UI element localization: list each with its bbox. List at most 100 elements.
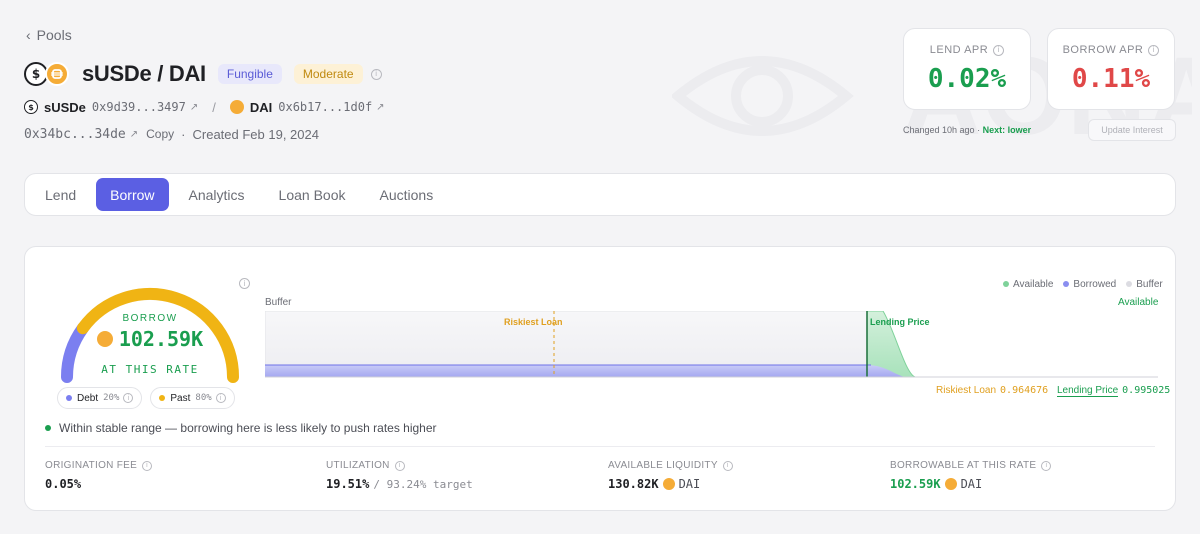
- external-link-icon[interactable]: ↗: [190, 102, 198, 113]
- next-change-text: Next: lower: [982, 125, 1032, 135]
- info-icon[interactable]: i: [215, 393, 226, 403]
- utilization-target: / 93.24% target: [373, 477, 473, 491]
- rate-change-note: Changed 10h ago · Next: lower: [903, 125, 1032, 135]
- past-chip[interactable]: Past 80% i: [150, 387, 235, 409]
- stable-range-note: Within stable range — borrowing here is …: [45, 421, 437, 435]
- stat-label: ORIGINATION FEE: [45, 460, 138, 471]
- back-label: Pools: [36, 27, 72, 43]
- pair-separator: /: [212, 99, 216, 115]
- info-icon[interactable]: i: [993, 44, 1005, 56]
- lend-apr-label: LEND APR: [929, 44, 989, 56]
- page-title: sUSDe / DAI: [82, 61, 206, 86]
- svg-text:$: $: [28, 103, 34, 111]
- tab-lend[interactable]: Lend: [31, 178, 90, 211]
- back-link[interactable]: ‹ Pools: [26, 27, 72, 43]
- stat-value: 19.51%: [326, 477, 370, 491]
- liquidity-chart: [265, 311, 1158, 378]
- token-a-symbol: sUSDe: [44, 99, 86, 115]
- borrow-apr-card: BORROW APR i 0.11%: [1047, 28, 1175, 110]
- buffer-region-label: Buffer: [265, 297, 292, 308]
- available-region-label: Available: [1118, 297, 1159, 308]
- info-icon[interactable]: i: [370, 68, 382, 80]
- dai-token-icon: [229, 100, 244, 114]
- gauge-value-row: 102.59K: [29, 327, 271, 351]
- created-date: Created Feb 19, 2024: [192, 126, 319, 142]
- update-interest-button[interactable]: Update Interest: [1088, 119, 1176, 141]
- info-icon[interactable]: i: [722, 460, 733, 471]
- stat-label: UTILIZATION: [326, 460, 390, 471]
- tab-analytics[interactable]: Analytics: [175, 178, 259, 211]
- dai-token-icon: [944, 478, 957, 490]
- pool-header: $ sUSDe / DAI Fungible Moderate i: [24, 60, 382, 88]
- stat-label: AVAILABLE LIQUIDITY: [608, 460, 718, 471]
- chevron-left-icon: ‹: [26, 27, 31, 43]
- tab-loan-book[interactable]: Loan Book: [265, 178, 360, 211]
- debt-dot: [66, 395, 72, 401]
- divider: [45, 446, 1155, 447]
- stat-unit: DAI: [678, 477, 701, 491]
- info-icon[interactable]: i: [1148, 44, 1160, 56]
- gauge-chips: Debt 20% i Past 80% i: [57, 387, 235, 409]
- dai-token-icon: [96, 331, 113, 347]
- lend-apr-value: 0.02%: [927, 64, 1007, 94]
- debt-chip-pct: 20%: [103, 393, 120, 403]
- borrow-panel: BORROW 102.59K AT THIS RATE i Debt 20% i…: [24, 246, 1176, 511]
- tab-auctions[interactable]: Auctions: [366, 178, 448, 211]
- stat-unit: DAI: [960, 477, 983, 491]
- legend-available: Available: [1003, 279, 1053, 290]
- riskiest-loan-marker-label: Riskiest Loan: [504, 317, 563, 327]
- status-text: Within stable range — borrowing here is …: [59, 421, 437, 435]
- riskiest-axis-label: Riskiest Loan: [936, 385, 997, 396]
- dai-token-icon: [45, 62, 69, 86]
- borrowed-area: [265, 365, 905, 377]
- risk-badge: Moderate: [293, 64, 363, 84]
- info-icon[interactable]: i: [142, 460, 153, 471]
- stat-value: 130.82K: [608, 477, 659, 491]
- info-icon[interactable]: i: [239, 278, 250, 289]
- info-icon[interactable]: i: [1041, 460, 1052, 471]
- past-dot: [159, 395, 166, 401]
- external-link-icon[interactable]: ↗: [130, 129, 138, 140]
- legend-borrowed: Borrowed: [1063, 279, 1116, 290]
- lending-axis-label: Lending Price: [1057, 385, 1119, 397]
- legend-buffer: Buffer: [1126, 279, 1163, 290]
- fungible-badge: Fungible: [217, 64, 282, 84]
- riskiest-loan-axis: Riskiest Loan 0.964676: [936, 385, 1048, 396]
- token-b-address[interactable]: 0x6b17...1d0f: [278, 100, 372, 114]
- stat-available-liquidity: AVAILABLE LIQUIDITY i 130.82K DAI: [608, 460, 733, 491]
- lend-apr-card: LEND APR i 0.02%: [903, 28, 1031, 110]
- past-chip-label: Past: [170, 392, 191, 404]
- token-a-address[interactable]: 0x9d39...3497: [92, 100, 186, 114]
- copy-button[interactable]: Copy: [146, 127, 174, 141]
- tab-bar: Lend Borrow Analytics Loan Book Auctions: [24, 173, 1176, 216]
- stat-value: 102.59K: [890, 477, 941, 491]
- lending-axis-value: 0.995025: [1122, 385, 1171, 396]
- tab-borrow[interactable]: Borrow: [96, 178, 169, 211]
- lending-price-axis: Lending Price 0.995025: [1057, 385, 1171, 397]
- token-b-symbol: DAI: [249, 99, 273, 115]
- stat-value: 0.05%: [45, 477, 82, 491]
- riskiest-axis-value: 0.964676: [1000, 385, 1049, 396]
- gauge-value: 102.59K: [118, 327, 204, 351]
- gauge-bottom-label: AT THIS RATE: [101, 363, 199, 376]
- debt-chip-label: Debt: [77, 392, 99, 404]
- meta-separator: ·: [181, 126, 186, 142]
- past-chip-pct: 80%: [195, 393, 212, 403]
- stat-label: BORROWABLE AT THIS RATE: [890, 460, 1037, 471]
- dai-token-icon: [662, 478, 675, 490]
- chart-legend: Available Borrowed Buffer: [1003, 279, 1163, 290]
- external-link-icon[interactable]: ↗: [376, 102, 384, 113]
- info-icon[interactable]: i: [123, 393, 134, 403]
- svg-text:$: $: [32, 67, 40, 81]
- token-address-row: $ sUSDe 0x9d39...3497 ↗ / DAI 0x6b17...1…: [24, 99, 385, 115]
- token-pair-icons: $: [24, 62, 74, 86]
- stat-borrowable: BORROWABLE AT THIS RATE i 102.59K DAI: [890, 460, 1052, 491]
- lending-price-marker-label: Lending Price: [870, 317, 930, 327]
- info-icon[interactable]: i: [394, 460, 405, 471]
- borrow-apr-value: 0.11%: [1071, 64, 1151, 94]
- debt-chip[interactable]: Debt 20% i: [57, 387, 143, 409]
- pool-address[interactable]: 0x34bc...34de: [24, 127, 126, 142]
- pool-meta-row: 0x34bc...34de ↗ Copy · Created Feb 19, 2…: [24, 126, 319, 142]
- status-dot: [45, 425, 51, 431]
- stat-utilization: UTILIZATION i 19.51%/ 93.24% target: [326, 460, 473, 491]
